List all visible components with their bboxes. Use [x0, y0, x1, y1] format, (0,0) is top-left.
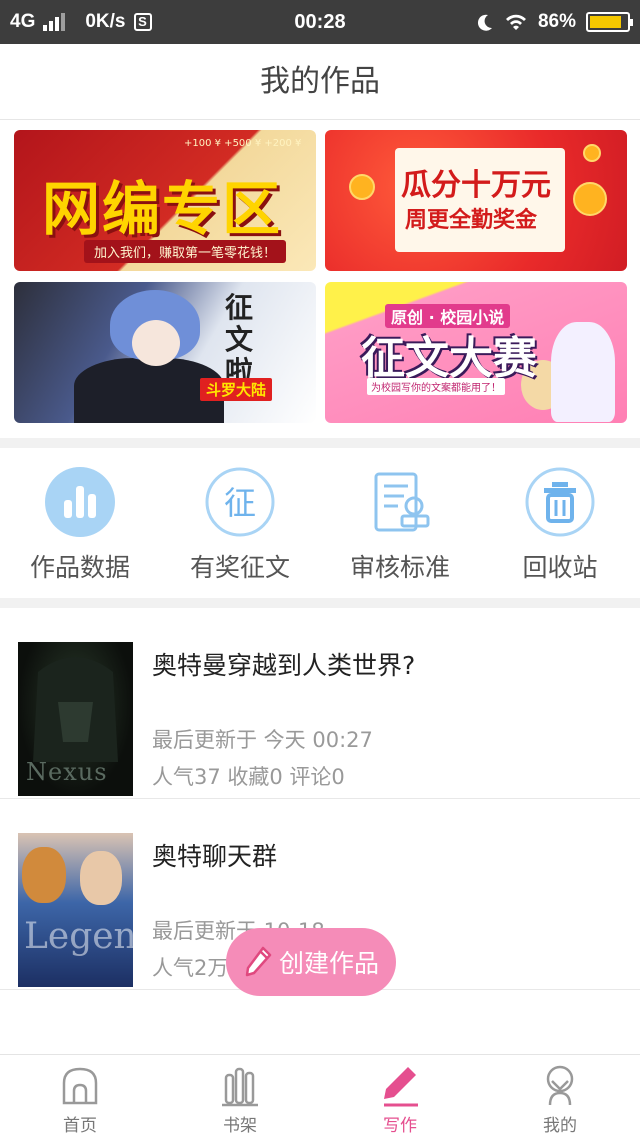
- profile-icon: [546, 1065, 574, 1106]
- banner-subtitle: 加入我们，赚取第一笔零花钱！: [84, 240, 287, 263]
- page-title: 我的作品: [260, 64, 380, 99]
- action-label: 作品数据: [29, 553, 130, 582]
- nav-item-home[interactable]: 首页: [0, 1055, 160, 1138]
- coin-icon: [349, 174, 375, 200]
- battery-fill: [590, 16, 621, 28]
- coin-icon: [583, 144, 601, 162]
- action-label: 有奖征文: [189, 553, 290, 582]
- banner-tag: 斗罗大陆: [200, 378, 273, 401]
- cover-text: Legend: [24, 916, 133, 957]
- action-label: 审核标准: [349, 553, 450, 582]
- banner-title: 瓜分十万元: [401, 168, 551, 203]
- work-title[interactable]: 奥特聊天群: [152, 837, 277, 873]
- nav-item-bookshelf[interactable]: 书架: [160, 1055, 320, 1138]
- nav-label: 写作: [383, 1116, 417, 1136]
- action-work-data[interactable]: 作品数据: [0, 450, 160, 598]
- contest-icon: 征: [205, 467, 275, 537]
- battery-icon: [586, 12, 633, 32]
- banner-title: 网编专区: [42, 175, 283, 243]
- pencil-icon: [245, 946, 272, 977]
- banner-campus-contest[interactable]: 原创 · 校园小说 征文大赛 为校园写你的文案都能用了！: [325, 282, 627, 423]
- list-item[interactable]: Nexus 奥特曼穿越到人类世界? 最后更新于 今天 00:27 人气37 收藏…: [0, 608, 640, 799]
- trash-icon: [525, 467, 595, 537]
- cover-person: [80, 851, 122, 905]
- book-cover[interactable]: Legend: [18, 833, 133, 987]
- status-bar: 4G 0K/s S 00:28 86%: [0, 0, 640, 44]
- create-work-label: 创建作品: [278, 949, 379, 978]
- banner-small-text: +100 ¥ +500 ¥ +200 ¥: [184, 138, 302, 149]
- wifi-icon: [505, 14, 526, 30]
- nav-item-write[interactable]: 写作: [320, 1055, 480, 1138]
- work-stats: 人气37 收藏0 评论0: [152, 765, 345, 789]
- home-icon: [62, 1067, 98, 1105]
- status-right: 86%: [476, 11, 633, 33]
- section-divider: [0, 598, 640, 608]
- bottom-nav: 首页 书架 写作 我的: [0, 1054, 640, 1138]
- girl-illustration: [551, 322, 615, 422]
- quick-actions: 作品数据 征 有奖征文 审核标准 回收站: [0, 450, 640, 598]
- contest-glyph: 征: [224, 484, 256, 522]
- book-cover[interactable]: Nexus: [18, 642, 133, 796]
- action-label: 回收站: [522, 553, 598, 582]
- section-divider: [0, 438, 640, 448]
- cover-text: Nexus: [26, 758, 108, 786]
- nav-label: 书架: [223, 1116, 257, 1136]
- banner-subtitle: 周更全勤奖金: [405, 208, 538, 233]
- banner-editor-zone[interactable]: +100 ¥ +500 ¥ +200 ¥ 网编专区 加入我们，赚取第一笔零花钱！: [14, 130, 316, 271]
- nav-label: 我的: [543, 1116, 577, 1136]
- action-review-standard[interactable]: 审核标准: [320, 450, 480, 598]
- moon-icon: [477, 14, 492, 31]
- action-recycle-bin[interactable]: 回收站: [480, 450, 640, 598]
- banner-bonus[interactable]: 瓜分十万元 周更全勤奖金: [325, 130, 627, 271]
- action-contest[interactable]: 征 有奖征文: [160, 450, 320, 598]
- banner-title: 征文啦: [224, 291, 253, 388]
- nav-label: 首页: [63, 1116, 97, 1136]
- banner-subtitle: 为校园写你的文案都能用了！: [367, 378, 505, 395]
- work-title[interactable]: 奥特曼穿越到人类世界?: [152, 646, 415, 682]
- character-face: [132, 320, 180, 366]
- review-document-icon: [374, 472, 430, 532]
- create-work-button[interactable]: 创建作品: [226, 928, 396, 996]
- banner-grid: +100 ¥ +500 ¥ +200 ¥ 网编专区 加入我们，赚取第一笔零花钱！…: [14, 130, 628, 424]
- banner-contest-douluo[interactable]: 征文啦 斗罗大陆: [14, 282, 316, 423]
- title-bar: 我的作品: [0, 44, 640, 120]
- coin-icon: [573, 182, 607, 216]
- bookshelf-icon: [222, 1067, 258, 1107]
- battery-percent: 86%: [537, 11, 576, 32]
- banner-title: 征文大赛: [361, 333, 537, 384]
- nav-item-profile[interactable]: 我的: [480, 1055, 640, 1138]
- cover-person: [22, 847, 66, 903]
- work-updated: 最后更新于 今天 00:27: [152, 728, 373, 752]
- write-pencil-icon: [384, 1067, 418, 1107]
- bar-chart-icon: [45, 467, 115, 537]
